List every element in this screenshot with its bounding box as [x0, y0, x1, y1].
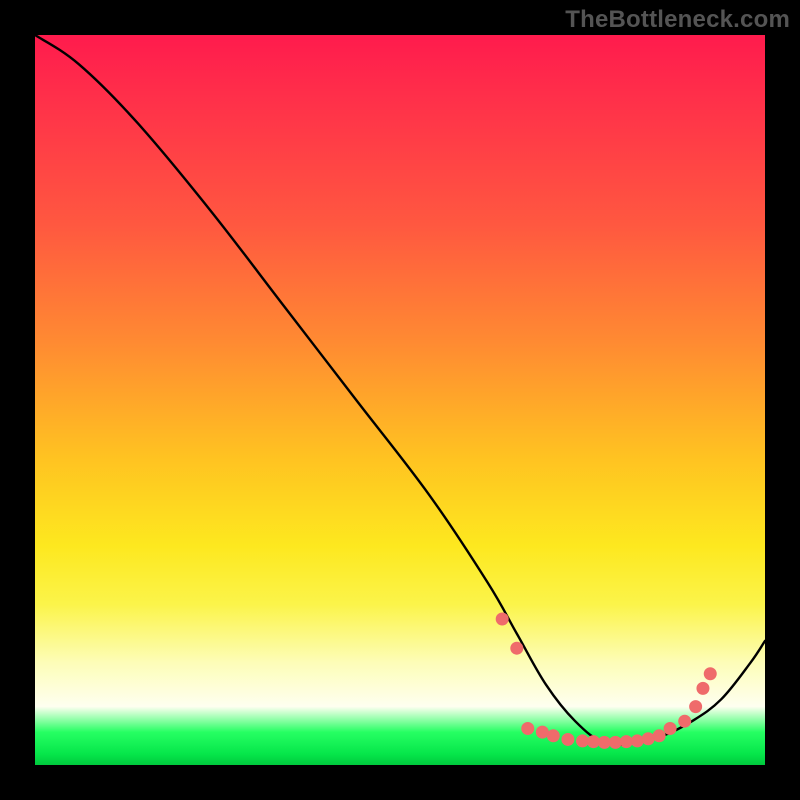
bottleneck-curve [35, 35, 765, 745]
data-marker [536, 726, 548, 738]
data-marker [547, 730, 559, 742]
chart-svg [35, 35, 765, 765]
data-marker [609, 736, 621, 748]
data-marker [631, 735, 643, 747]
data-marker [653, 730, 665, 742]
data-marker [562, 733, 574, 745]
chart-frame: TheBottleneck.com [0, 0, 800, 800]
data-marker [598, 736, 610, 748]
data-marker [522, 723, 534, 735]
data-marker [587, 736, 599, 748]
data-marker [496, 613, 508, 625]
data-marker [704, 668, 716, 680]
data-marker [697, 682, 709, 694]
data-marker [642, 733, 654, 745]
data-marker [577, 735, 589, 747]
data-marker [511, 642, 523, 654]
watermark-text: TheBottleneck.com [565, 6, 790, 34]
plot-area [35, 35, 765, 765]
data-markers [496, 613, 716, 748]
data-marker [620, 736, 632, 748]
data-marker [664, 723, 676, 735]
data-marker [690, 701, 702, 713]
data-marker [679, 715, 691, 727]
